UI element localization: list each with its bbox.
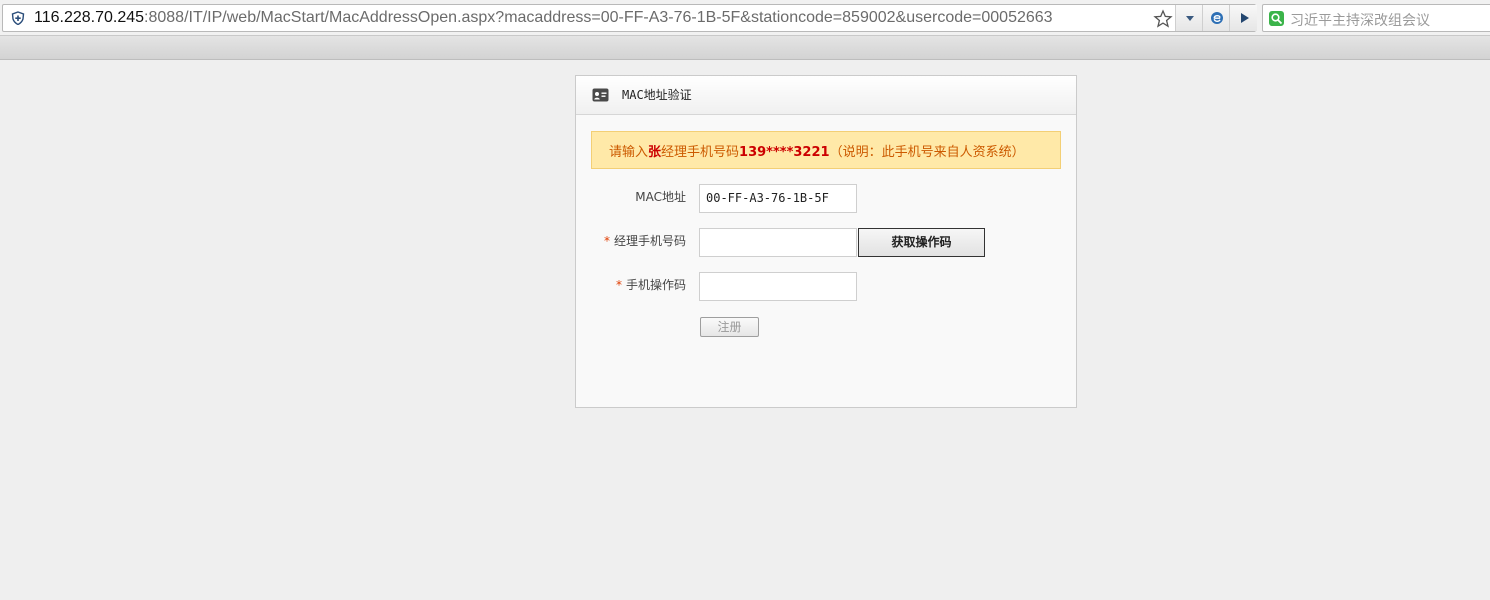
manager-name: 张 bbox=[648, 145, 662, 160]
required-mark: * bbox=[603, 234, 610, 248]
notice-middle: 经理手机号码 bbox=[661, 145, 740, 160]
bookmarks-bar bbox=[0, 36, 1490, 60]
address-bar[interactable]: 116.228.70.245:8088/IT/IP/web/MacStart/M… bbox=[2, 4, 1257, 32]
manager-phone-input[interactable] bbox=[699, 228, 857, 257]
operation-code-input[interactable] bbox=[699, 272, 857, 301]
panel-header: MAC地址验证 bbox=[576, 76, 1076, 115]
mac-address-field[interactable]: 00-FF-A3-76-1B-5F bbox=[699, 184, 857, 213]
url-path: :8088/IT/IP/web/MacStart/MacAddressOpen.… bbox=[144, 9, 1053, 26]
phone-label: * 经理手机号码 bbox=[576, 232, 686, 249]
mac-verify-panel: MAC地址验证 请输入张经理手机号码139****3221（说明：此手机号来自人… bbox=[575, 75, 1077, 408]
compat-mode-button[interactable] bbox=[1202, 5, 1230, 31]
search-icon[interactable] bbox=[1269, 11, 1284, 26]
url-text[interactable]: 116.228.70.245:8088/IT/IP/web/MacStart/M… bbox=[34, 9, 1053, 27]
mac-label-text: MAC地址 bbox=[635, 190, 686, 204]
notice-text: 请输入张经理手机号码139****3221（说明：此手机号来自人资系统） bbox=[609, 141, 1025, 160]
mac-label: MAC地址 bbox=[576, 188, 686, 205]
search-input[interactable]: 习近平主持深改组会议 bbox=[1290, 10, 1430, 30]
address-dropdown-button[interactable] bbox=[1175, 5, 1203, 31]
code-label-text: 手机操作码 bbox=[625, 278, 686, 292]
masked-phone: 139****3221 bbox=[739, 145, 830, 160]
notice-prefix: 请输入 bbox=[609, 145, 649, 160]
play-icon bbox=[1241, 13, 1249, 23]
browser-toolbar: 116.228.70.245:8088/IT/IP/web/MacStart/M… bbox=[0, 0, 1490, 36]
url-host: 116.228.70.245 bbox=[34, 9, 145, 26]
id-card-icon bbox=[592, 88, 609, 102]
chevron-down-icon bbox=[1186, 16, 1194, 21]
ie-icon bbox=[1211, 12, 1223, 24]
register-button[interactable]: 注册 bbox=[700, 317, 759, 337]
phone-label-text: 经理手机号码 bbox=[613, 234, 686, 248]
shield-icon[interactable] bbox=[11, 11, 25, 25]
code-label: * 手机操作码 bbox=[576, 276, 686, 293]
panel-title: MAC地址验证 bbox=[622, 88, 692, 102]
notice-suffix: （说明：此手机号来自人资系统） bbox=[829, 145, 1025, 160]
get-code-button[interactable]: 获取操作码 bbox=[858, 228, 985, 257]
go-button[interactable] bbox=[1229, 5, 1257, 31]
search-bar[interactable]: 习近平主持深改组会议 bbox=[1262, 4, 1490, 32]
notice-box: 请输入张经理手机号码139****3221（说明：此手机号来自人资系统） bbox=[591, 131, 1061, 169]
required-mark: * bbox=[615, 278, 622, 292]
star-icon[interactable] bbox=[1153, 9, 1173, 29]
